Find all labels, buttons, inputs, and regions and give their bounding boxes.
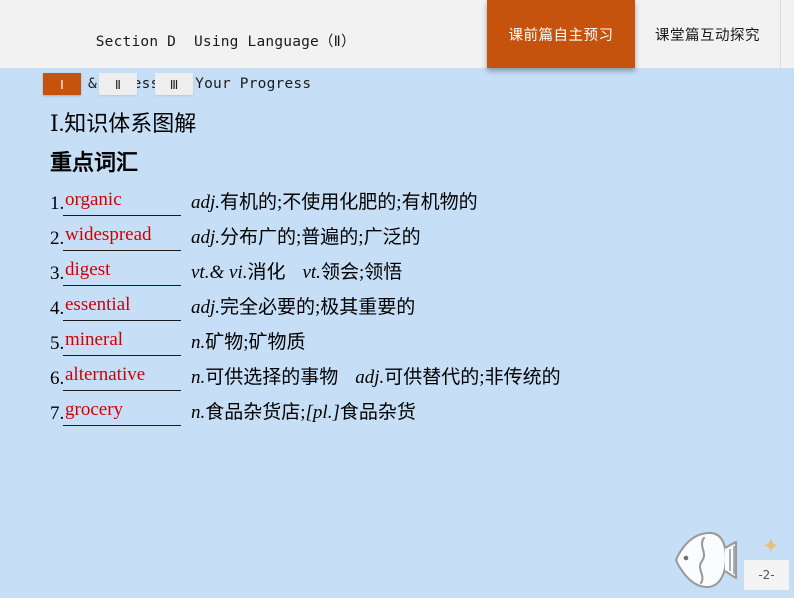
definition: n.矿物;矿物质: [191, 331, 306, 355]
meaning: 有机的;不使用化肥的;有机物的: [220, 192, 478, 213]
fish-decoration-icon: [668, 527, 738, 593]
definition: n.食品杂货店;[pl.]食品杂货: [191, 401, 416, 425]
tab-pre-class-preview[interactable]: 课前篇自主预习: [487, 0, 635, 68]
vocabulary-row: 1. organic adj.有机的;不使用化肥的;有机物的: [50, 187, 790, 222]
definition: adj.有机的;不使用化肥的;有机物的: [191, 191, 478, 215]
tab-in-class-exploration-label: 课堂篇互动探究: [655, 27, 760, 44]
answer-word: essential: [65, 294, 131, 315]
part-of-speech: vt.& vi.: [191, 262, 248, 283]
tab-in-class-exploration[interactable]: 课堂篇互动探究: [635, 0, 780, 68]
vocabulary-row: 6. alternative n.可供选择的事物 adj.可供替代的;非传统的: [50, 362, 790, 397]
definition: n.可供选择的事物 adj.可供替代的;非传统的: [191, 366, 561, 390]
answer-word: grocery: [65, 399, 124, 420]
sparkle-icon-large: ✦: [762, 534, 780, 558]
page-title-line-1: Section D Using Language（Ⅱ）: [95, 34, 356, 50]
meaning: 消化: [247, 262, 286, 283]
part-of-speech: n.: [191, 402, 206, 423]
header-right-divider: [780, 0, 781, 68]
meaning-secondary: 可供替代的;非传统的: [384, 367, 561, 388]
page-header: Section D Using Language（Ⅱ） & Assessing …: [0, 0, 794, 92]
answer-blank[interactable]: grocery: [63, 397, 181, 426]
meaning-secondary: 食品杂货: [339, 402, 416, 423]
part-of-speech-secondary: adj.: [355, 367, 385, 388]
part-of-speech: adj.: [191, 227, 221, 248]
section-heading: Ⅰ.知识体系图解: [50, 111, 197, 136]
numeral-tab-1-label: Ⅰ: [60, 76, 64, 92]
page-number-badge: -2-: [744, 560, 789, 590]
sub-heading: 重点词汇: [50, 150, 139, 175]
vocabulary-row: 3. digest vt.& vi.消化 vt.领会;领悟: [50, 257, 790, 292]
meaning: 分布广的;普遍的;广泛的: [220, 227, 421, 248]
numeral-tab-3[interactable]: Ⅲ: [155, 73, 193, 95]
definition: adj.分布广的;普遍的;广泛的: [191, 226, 421, 250]
answer-word: widespread: [65, 224, 152, 245]
vocabulary-row: 4. essential adj.完全必要的;极其重要的: [50, 292, 790, 327]
vocabulary-row: 7. grocery n.食品杂货店;[pl.]食品杂货: [50, 397, 790, 432]
part-of-speech: adj.: [191, 192, 221, 213]
part-of-speech: n.: [191, 332, 206, 353]
part-of-speech: adj.: [191, 297, 221, 318]
answer-blank[interactable]: mineral: [63, 327, 181, 356]
numeral-tab-2-label: Ⅱ: [114, 76, 122, 92]
answer-blank[interactable]: alternative: [63, 362, 181, 391]
page-number-label: -2-: [758, 568, 775, 582]
meaning: 可供选择的事物: [205, 367, 339, 388]
tab-pre-class-preview-label: 课前篇自主预习: [508, 27, 614, 44]
vocabulary-row: 2. widespread adj.分布广的;普遍的;广泛的: [50, 222, 790, 257]
numeral-tab-2[interactable]: Ⅱ: [99, 73, 137, 95]
vocabulary-list: 1. organic adj.有机的;不使用化肥的;有机物的 2. widesp…: [50, 187, 790, 432]
definition: vt.& vi.消化 vt.领会;领悟: [191, 261, 402, 285]
answer-word: mineral: [65, 329, 124, 350]
answer-word: organic: [65, 189, 122, 210]
part-of-speech-secondary: vt.: [302, 262, 321, 283]
meaning: 完全必要的;极其重要的: [220, 297, 416, 318]
meaning-secondary: 领会;领悟: [320, 262, 403, 283]
answer-blank[interactable]: essential: [63, 292, 181, 321]
numeral-tab-1[interactable]: Ⅰ: [43, 73, 81, 95]
answer-blank[interactable]: digest: [63, 257, 181, 286]
definition: adj.完全必要的;极其重要的: [191, 296, 415, 320]
answer-blank[interactable]: widespread: [63, 222, 181, 251]
answer-word: digest: [65, 259, 111, 280]
meaning: 矿物;矿物质: [205, 332, 306, 353]
answer-blank[interactable]: organic: [63, 187, 181, 216]
vocabulary-row: 5. mineral n.矿物;矿物质: [50, 327, 790, 362]
part-of-speech: n.: [191, 367, 206, 388]
numeral-tab-3-label: Ⅲ: [169, 76, 179, 92]
answer-word: alternative: [65, 364, 146, 385]
meaning: 食品杂货店;: [205, 402, 306, 423]
part-of-speech-secondary: [pl.]: [305, 402, 340, 423]
